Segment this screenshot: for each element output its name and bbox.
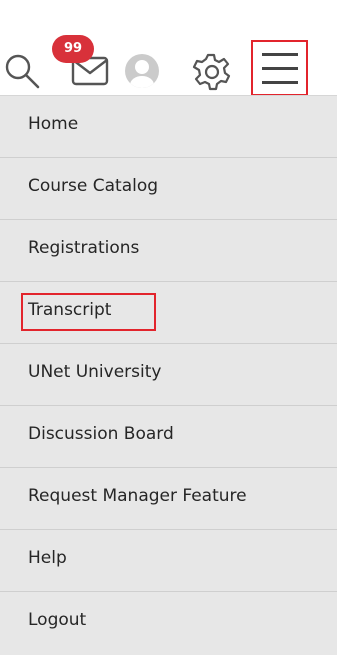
menu-item-label: Request Manager Feature [28, 486, 247, 506]
menu-item-label: Transcript [28, 300, 112, 320]
menu-item-label: Logout [28, 610, 87, 630]
hamburger-menu-button[interactable] [251, 40, 308, 96]
search-icon[interactable] [4, 52, 48, 90]
menu-item-home[interactable]: Home [0, 96, 337, 158]
menu-item-transcript[interactable]: Transcript [0, 282, 337, 344]
top-toolbar: 99 [0, 0, 337, 96]
menu-item-label: Course Catalog [28, 176, 159, 196]
menu-item-label: Home [28, 114, 79, 134]
gear-icon[interactable] [191, 51, 231, 91]
menu-item-label: Discussion Board [28, 424, 174, 444]
navigation-panel: 99 Home Course Catalog Registrations Tra… [0, 0, 337, 655]
menu-item-label: Registrations [28, 238, 140, 258]
hamburger-menu-icon [262, 53, 298, 84]
menu-item-discussion-board[interactable]: Discussion Board [0, 406, 337, 468]
menu-item-label: UNet University [28, 362, 162, 382]
user-avatar-icon[interactable] [122, 52, 162, 90]
menu-item-request-manager-feature[interactable]: Request Manager Feature [0, 468, 337, 530]
menu-item-unet-university[interactable]: UNet University [0, 344, 337, 406]
menu-item-help[interactable]: Help [0, 530, 337, 592]
navigation-menu: Home Course Catalog Registrations Transc… [0, 96, 337, 655]
notification-badge[interactable]: 99 [52, 35, 94, 63]
menu-item-logout[interactable]: Logout [0, 592, 337, 654]
menu-item-registrations[interactable]: Registrations [0, 220, 337, 282]
menu-item-course-catalog[interactable]: Course Catalog [0, 158, 337, 220]
menu-item-label: Help [28, 548, 67, 568]
